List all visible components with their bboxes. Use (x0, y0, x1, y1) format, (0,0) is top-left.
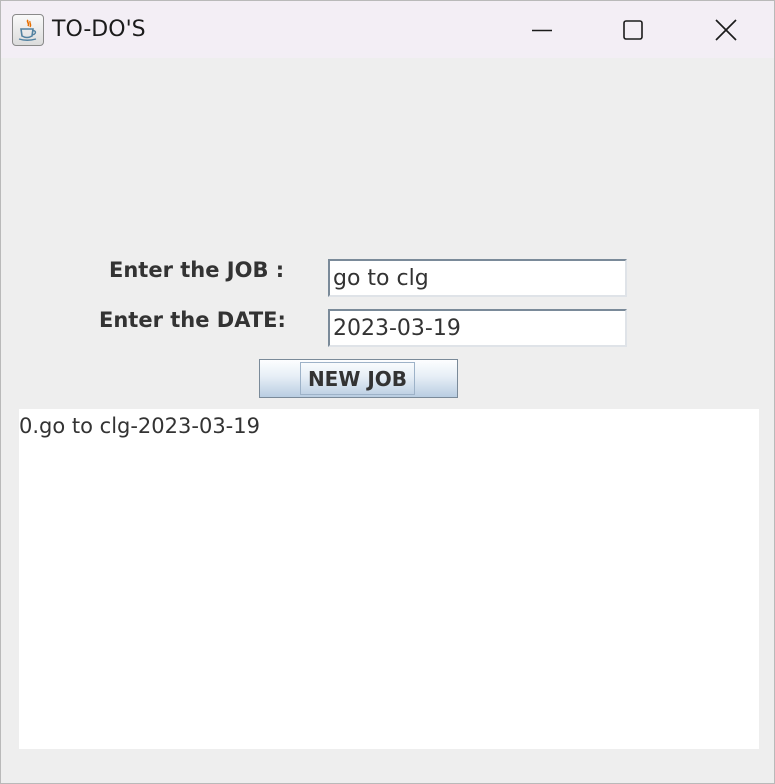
new-job-button[interactable]: NEW JOB (259, 359, 458, 398)
close-button[interactable] (703, 9, 749, 51)
job-input[interactable] (328, 259, 627, 297)
job-entry: 0.go to clg-2023-03-19 (19, 414, 260, 438)
jobs-output-area[interactable]: 0.go to clg-2023-03-19 (19, 409, 759, 749)
title-bar[interactable]: TO-DO'S (1, 1, 774, 58)
app-window: TO-DO'S Enter the JOB : Enter the DATE: … (0, 0, 775, 784)
new-job-button-label: NEW JOB (300, 362, 415, 395)
window-title: TO-DO'S (52, 17, 146, 42)
maximize-button[interactable] (610, 9, 656, 51)
minimize-button[interactable] (519, 9, 565, 51)
close-icon (715, 19, 737, 41)
maximize-icon (623, 20, 643, 40)
date-label: Enter the DATE: (99, 308, 286, 332)
job-label: Enter the JOB : (109, 258, 285, 282)
java-coffee-cup-icon[interactable] (12, 14, 44, 46)
minimize-icon (532, 29, 552, 32)
date-input[interactable] (328, 309, 627, 347)
